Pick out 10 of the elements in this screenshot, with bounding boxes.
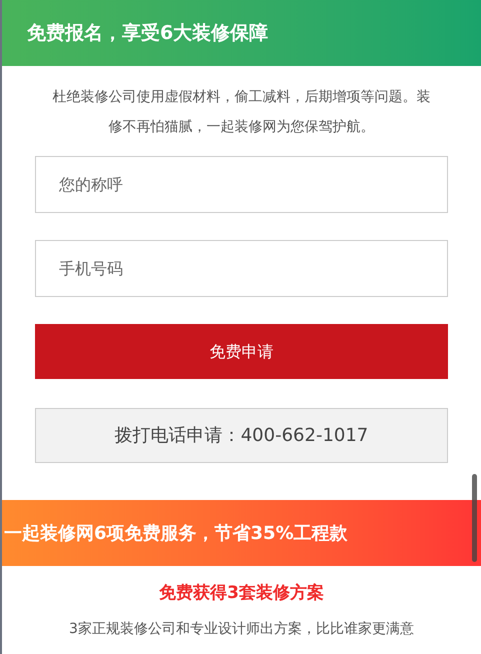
input-field[interactable]: 您的称呼 (35, 156, 448, 213)
input-field[interactable]: 手机号码 (35, 240, 448, 297)
scrollbar-thumb[interactable] (472, 474, 477, 562)
call-button[interactable]: 拨打电话申请：400-662-1017 (35, 408, 448, 463)
submit-button[interactable]: 免费申请 (35, 324, 448, 379)
service-heading: 免费获得3套装修方案 (159, 582, 324, 605)
header-title: 免费报名，享受6大装修保障 (27, 20, 268, 46)
service-text: 3家正规装修公司和专业设计师出方案，比比谁家更满意 (69, 620, 414, 638)
services-title: 一起装修网6项免费服务，节省35%工程款 (4, 522, 348, 546)
intro-text: 杜绝装修公司使用虚假材料，偷工减料，后期增项等问题。装修不再怕猫腻，一起装修网为您保驾护航。 (52, 88, 432, 137)
